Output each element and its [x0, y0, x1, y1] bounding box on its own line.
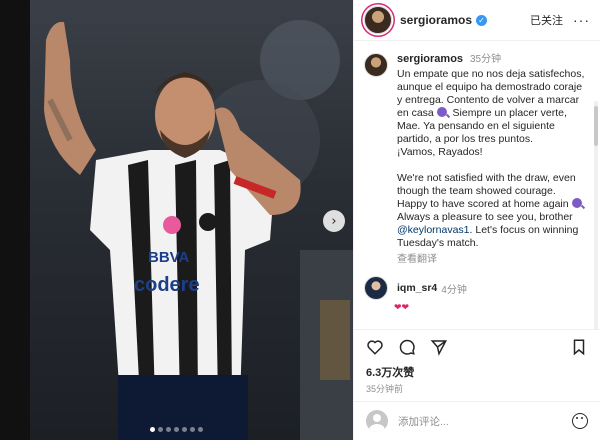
- mention-link[interactable]: @keylornavas1: [397, 224, 470, 236]
- caption: sergioramos 35分钟 Un empate que no nos de…: [354, 41, 600, 266]
- caption-avatar[interactable]: [364, 53, 388, 77]
- likes-count[interactable]: 6.3万次赞: [354, 364, 600, 380]
- save-bookmark-icon[interactable]: [570, 338, 588, 356]
- instagram-post: BBVA codere › sergioramos ✓ 已关注 ··· serg…: [0, 0, 600, 440]
- post-time: 35分钟前: [366, 384, 404, 394]
- commenter-username[interactable]: iqm_sr4: [397, 282, 437, 294]
- club-crest: [199, 213, 217, 231]
- author-avatar[interactable]: [364, 6, 392, 34]
- carousel-dot: [182, 427, 187, 432]
- comment-text: ❤❤: [394, 302, 410, 312]
- comment-time: 4分钟: [441, 284, 467, 296]
- caption-time: 35分钟: [469, 54, 502, 65]
- action-bar: [354, 329, 600, 364]
- magnifier-emoji-icon: [571, 198, 582, 208]
- carousel-dot: [174, 427, 179, 432]
- player-illustration: BBVA codere: [0, 0, 353, 440]
- carousel-dot: [150, 427, 155, 432]
- carousel-dots: [0, 427, 353, 432]
- share-icon[interactable]: [430, 338, 448, 356]
- commenter-avatar[interactable]: [364, 276, 388, 300]
- post-photo[interactable]: BBVA codere ›: [0, 0, 353, 440]
- see-translation-link[interactable]: 查看翻译: [397, 253, 586, 266]
- jersey-badge: [163, 216, 181, 234]
- carousel-dot: [198, 427, 203, 432]
- more-options-icon[interactable]: ···: [573, 12, 590, 28]
- caption-english: We're not satisfied with the draw, even …: [397, 172, 585, 249]
- jersey-sponsor-text: codere: [134, 274, 200, 296]
- emoji-picker-icon[interactable]: [572, 413, 588, 429]
- carousel-dot: [190, 427, 195, 432]
- add-comment-bar: 添加评论...: [354, 401, 600, 440]
- add-comment-input[interactable]: 添加评论...: [398, 414, 449, 429]
- following-button[interactable]: 已关注: [530, 12, 563, 28]
- post-side-panel: sergioramos ✓ 已关注 ··· sergioramos 35分钟 U…: [353, 0, 600, 440]
- author-username[interactable]: sergioramos: [400, 13, 472, 27]
- like-heart-icon[interactable]: [366, 338, 384, 356]
- post-header: sergioramos ✓ 已关注 ···: [354, 0, 600, 41]
- carousel-dot: [166, 427, 171, 432]
- jersey-bank-text: BBVA: [148, 249, 190, 266]
- magnifier-emoji-icon: [436, 107, 447, 117]
- verified-badge-icon: ✓: [476, 14, 488, 26]
- carousel-dot: [158, 427, 163, 432]
- scrollbar-thumb[interactable]: [594, 106, 598, 146]
- comments-area[interactable]: sergioramos 35分钟 Un empate que no nos de…: [354, 41, 600, 329]
- comment-icon[interactable]: [398, 338, 416, 356]
- comment-item: iqm_sr4 4分钟: [354, 266, 600, 300]
- current-user-avatar: [366, 410, 388, 432]
- caption-spanish: Un empate que no nos deja satisfechos, a…: [397, 68, 585, 158]
- caption-username[interactable]: sergioramos: [397, 53, 463, 65]
- next-image-button[interactable]: ›: [323, 210, 345, 232]
